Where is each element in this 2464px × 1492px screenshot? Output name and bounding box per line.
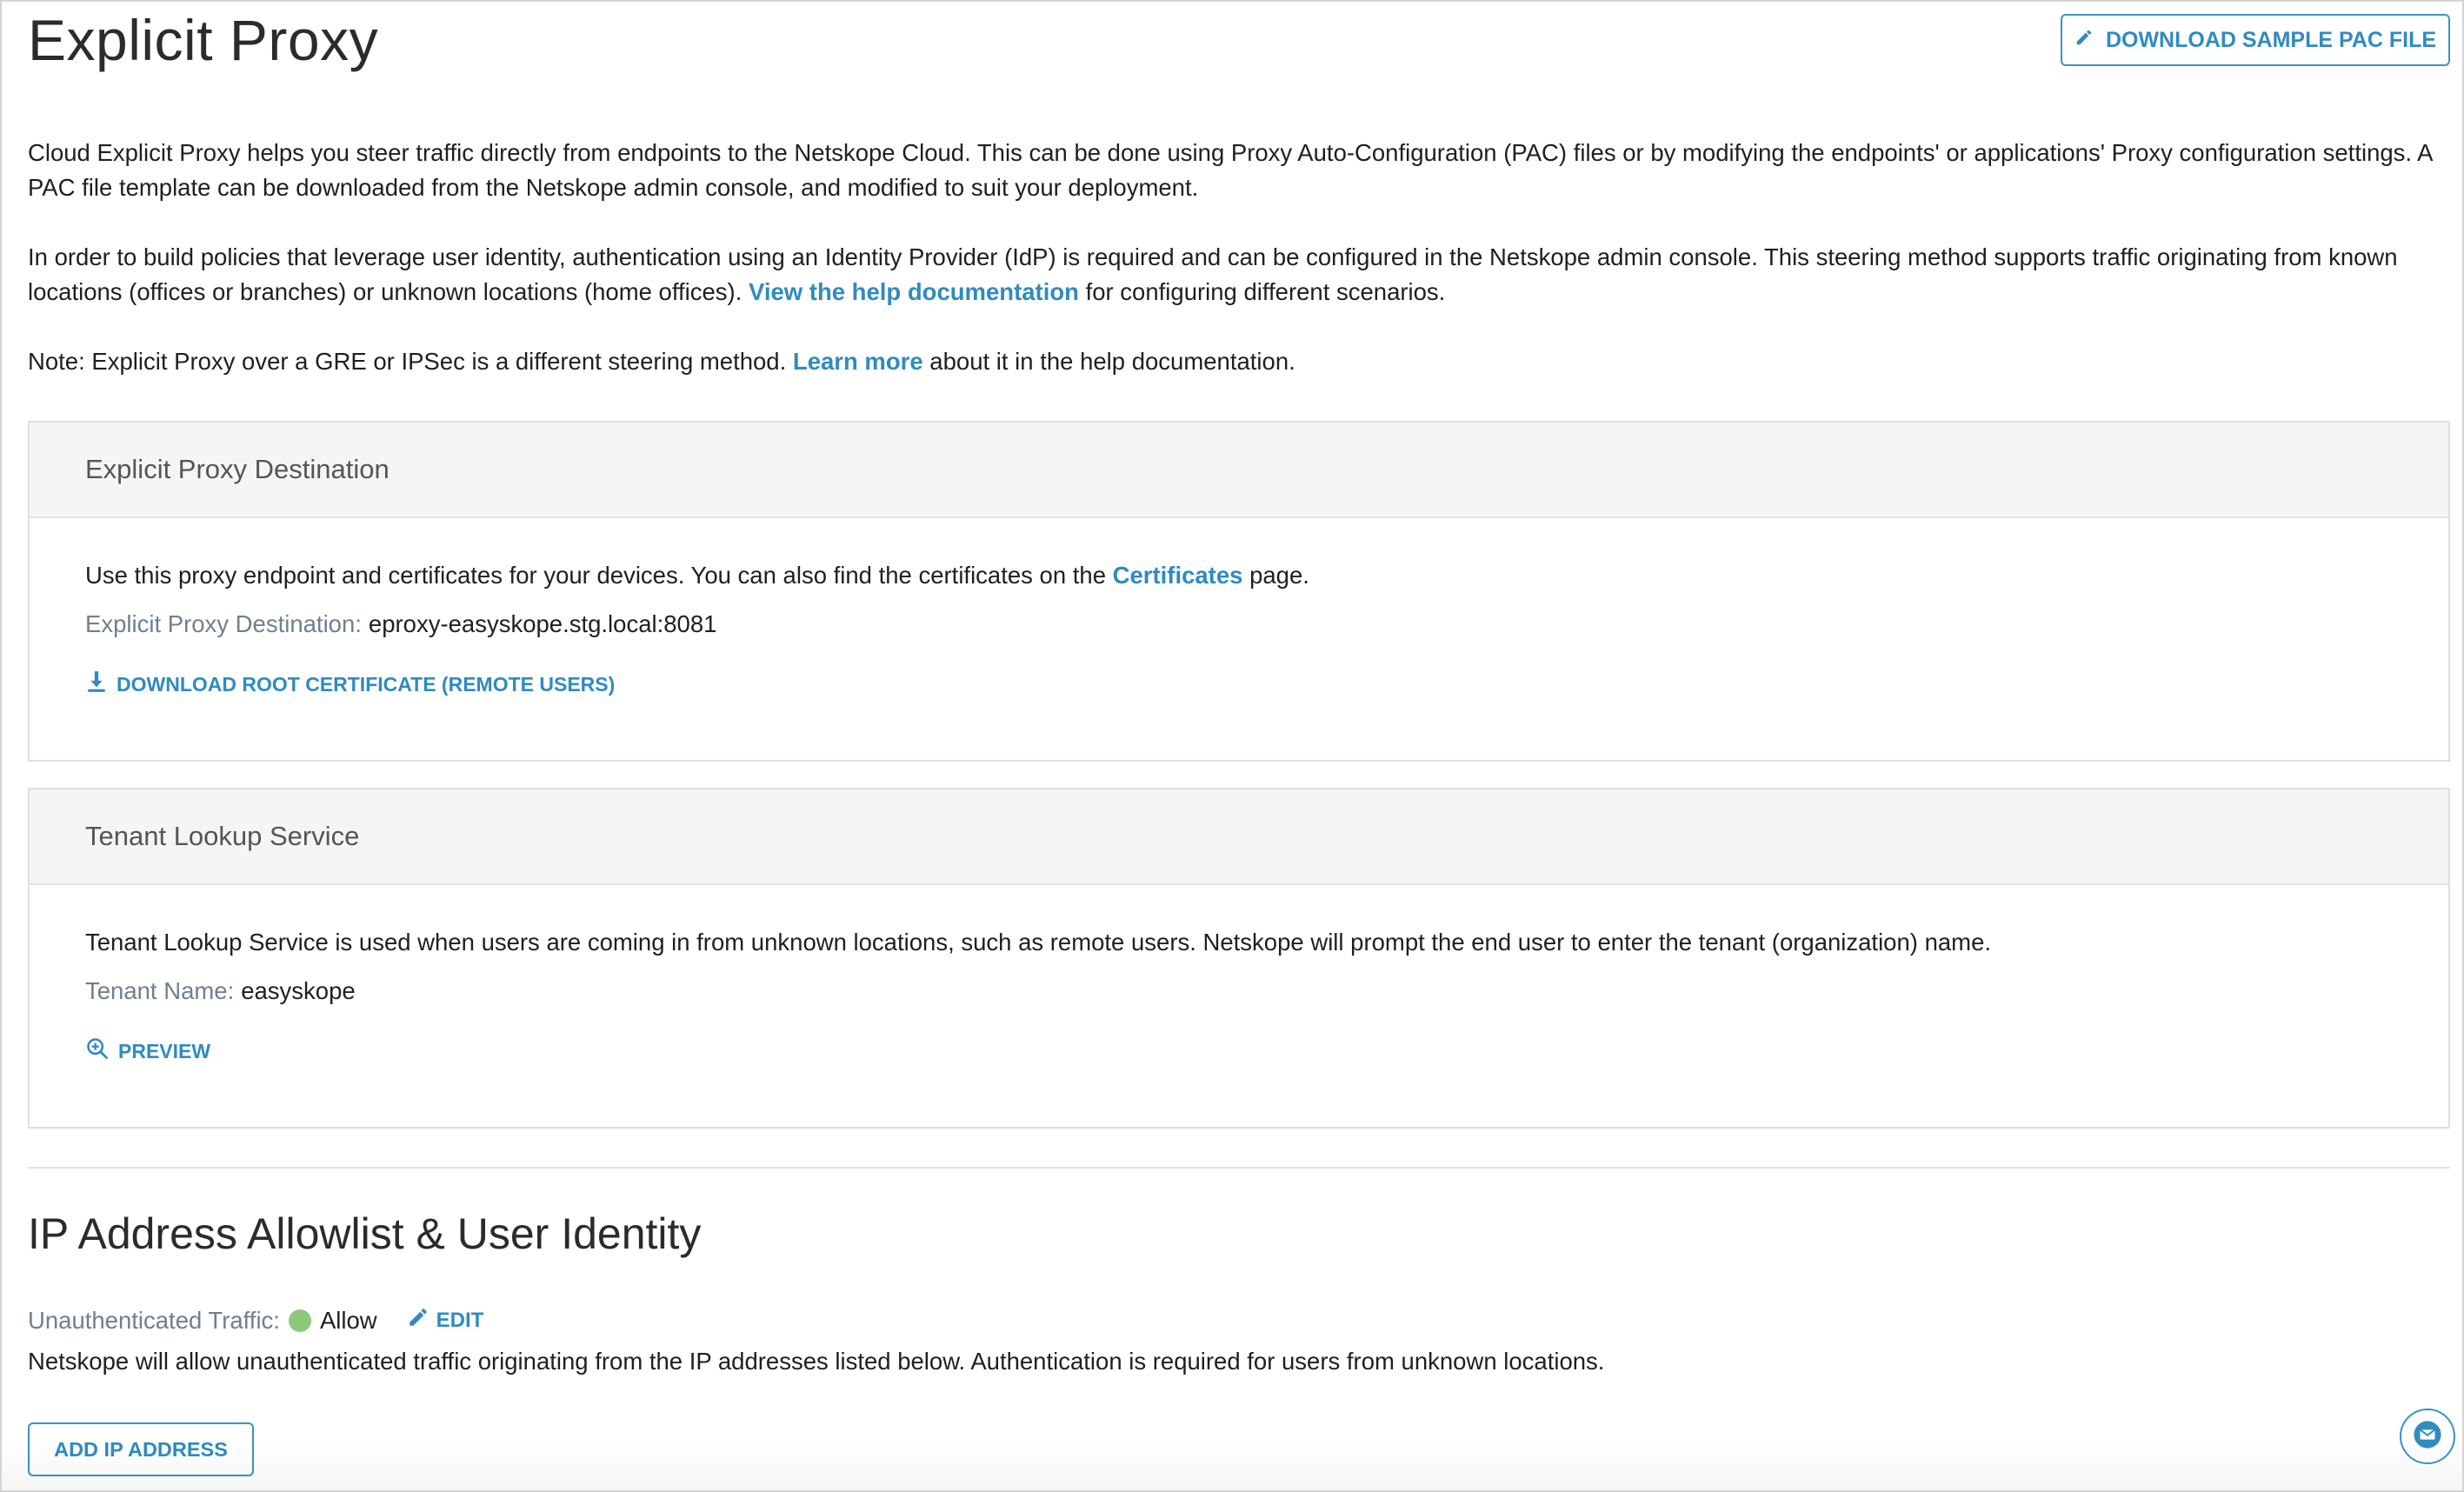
allowlist-section-title: IP Address Allowlist & User Identity [28,1209,702,1258]
preview-button[interactable]: PREVIEW [85,1036,210,1066]
section-divider [28,1167,2450,1169]
destination-desc-end: page. [1242,562,1309,589]
destination-desc-text: Use this proxy endpoint and certificates… [85,562,1113,589]
note-text-end: about it in the help documentation. [922,348,1295,375]
pencil-icon [407,1306,430,1335]
download-root-certificate-label: DOWNLOAD ROOT CERTIFICATE (REMOTE USERS) [117,672,616,696]
download-sample-pac-label: DOWNLOAD SAMPLE PAC FILE [2105,27,2437,52]
explicit-proxy-page: Explicit Proxy DOWNLOAD SAMPLE PAC FILE … [0,0,2464,1492]
bottom-shadow [2,1438,2462,1490]
identity-paragraph: In order to build policies that leverage… [28,240,2436,310]
certificates-link[interactable]: Certificates [1113,562,1243,589]
card-body: Tenant Lookup Service is used when users… [30,885,2448,1127]
explicit-proxy-destination-card: Explicit Proxy Destination Use this prox… [28,421,2450,762]
preview-label: PREVIEW [118,1039,211,1062]
identity-text-end: for configuring different scenarios. [1078,278,1446,305]
help-documentation-link[interactable]: View the help documentation [749,278,1079,305]
download-icon [85,669,108,699]
mail-icon [2413,1420,2442,1454]
tenant-name-label: Tenant Name: [85,977,235,1004]
edit-unauthenticated-traffic-button[interactable]: EDIT [407,1306,484,1335]
destination-value: eproxy-easyskope.stg.local:8081 [368,610,717,637]
add-ip-address-button[interactable]: ADD IP ADDRESS [28,1422,254,1476]
tenant-lookup-service-card: Tenant Lookup Service Tenant Lookup Serv… [28,788,2450,1129]
card-header: Explicit Proxy Destination [30,423,2448,518]
download-root-certificate-button[interactable]: DOWNLOAD ROOT CERTIFICATE (REMOTE USERS) [85,669,615,699]
unauthenticated-traffic-value: Allow [319,1306,377,1334]
tenant-name-field: Tenant Name: easyskope [85,977,356,1005]
note-text: Note: Explicit Proxy over a GRE or IPSec… [28,348,793,375]
zoom-in-icon [85,1036,110,1066]
allowlist-description: Netskope will allow unauthenticated traf… [28,1348,1605,1375]
card-header: Tenant Lookup Service [30,789,2448,885]
unauthenticated-traffic-row: Unauthenticated Traffic: Allow EDIT [28,1306,483,1335]
destination-field: Explicit Proxy Destination: eproxy-easysk… [85,610,716,638]
status-indicator-dot [288,1309,311,1332]
card-title: Explicit Proxy Destination [85,454,390,484]
learn-more-link[interactable]: Learn more [793,348,923,375]
unauthenticated-traffic-label: Unauthenticated Traffic: [28,1306,280,1334]
feedback-mail-button[interactable] [2400,1409,2455,1464]
edit-label: EDIT [436,1308,484,1332]
destination-description: Use this proxy endpoint and certificates… [85,562,1309,589]
download-sample-pac-button[interactable]: DOWNLOAD SAMPLE PAC FILE [2061,14,2450,66]
intro-paragraph: Cloud Explicit Proxy helps you steer tra… [28,139,2432,201]
page-title: Explicit Proxy [28,8,379,72]
card-title: Tenant Lookup Service [85,821,360,851]
note-paragraph: Note: Explicit Proxy over a GRE or IPSec… [28,344,2436,379]
pencil-icon [2074,28,2094,53]
tenant-description: Tenant Lookup Service is used when users… [85,929,1991,956]
card-body: Use this proxy endpoint and certificates… [30,518,2448,760]
destination-label: Explicit Proxy Destination: [85,610,362,637]
tenant-name-value: easyskope [241,977,356,1004]
